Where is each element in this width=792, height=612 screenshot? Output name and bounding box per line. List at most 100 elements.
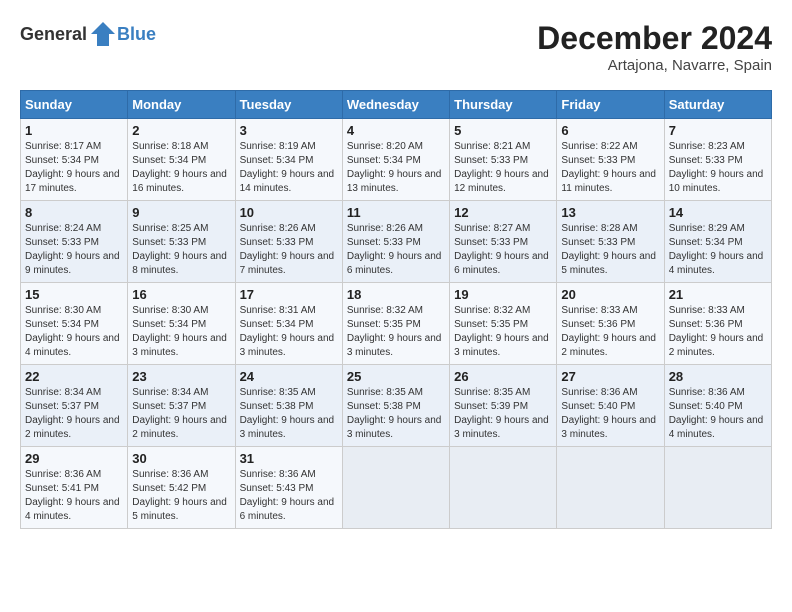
day-info: Sunrise: 8:25 AMSunset: 5:33 PMDaylight:… [132,222,230,278]
calendar-cell: 20 Sunrise: 8:33 AMSunset: 5:36 PMDaylig… [557,283,664,365]
weekday-header-saturday: Saturday [664,91,771,119]
calendar-cell: 26 Sunrise: 8:35 AMSunset: 5:39 PMDaylig… [450,365,557,447]
calendar-cell: 7 Sunrise: 8:23 AMSunset: 5:33 PMDayligh… [664,119,771,201]
calendar-cell: 1 Sunrise: 8:17 AMSunset: 5:34 PMDayligh… [21,119,128,201]
day-info: Sunrise: 8:28 AMSunset: 5:33 PMDaylight:… [561,222,659,278]
calendar-cell: 2 Sunrise: 8:18 AMSunset: 5:34 PMDayligh… [128,119,235,201]
day-info: Sunrise: 8:35 AMSunset: 5:38 PMDaylight:… [240,386,338,442]
calendar-cell: 29 Sunrise: 8:36 AMSunset: 5:41 PMDaylig… [21,447,128,529]
day-number: 16 [132,287,230,302]
day-info: Sunrise: 8:36 AMSunset: 5:40 PMDaylight:… [669,386,767,442]
day-info: Sunrise: 8:34 AMSunset: 5:37 PMDaylight:… [25,386,123,442]
calendar-cell: 16 Sunrise: 8:30 AMSunset: 5:34 PMDaylig… [128,283,235,365]
calendar-cell: 3 Sunrise: 8:19 AMSunset: 5:34 PMDayligh… [235,119,342,201]
calendar-cell: 21 Sunrise: 8:33 AMSunset: 5:36 PMDaylig… [664,283,771,365]
calendar-cell: 5 Sunrise: 8:21 AMSunset: 5:33 PMDayligh… [450,119,557,201]
day-number: 24 [240,369,338,384]
calendar-cell: 30 Sunrise: 8:36 AMSunset: 5:42 PMDaylig… [128,447,235,529]
calendar-cell: 14 Sunrise: 8:29 AMSunset: 5:34 PMDaylig… [664,201,771,283]
day-number: 18 [347,287,445,302]
calendar-cell: 11 Sunrise: 8:26 AMSunset: 5:33 PMDaylig… [342,201,449,283]
logo-general: General [20,24,87,45]
day-info: Sunrise: 8:36 AMSunset: 5:43 PMDaylight:… [240,468,338,524]
calendar-cell: 17 Sunrise: 8:31 AMSunset: 5:34 PMDaylig… [235,283,342,365]
day-number: 13 [561,205,659,220]
day-number: 31 [240,451,338,466]
logo: General Blue [20,20,156,48]
calendar-cell: 31 Sunrise: 8:36 AMSunset: 5:43 PMDaylig… [235,447,342,529]
day-info: Sunrise: 8:30 AMSunset: 5:34 PMDaylight:… [25,304,123,360]
day-number: 14 [669,205,767,220]
day-info: Sunrise: 8:31 AMSunset: 5:34 PMDaylight:… [240,304,338,360]
day-number: 19 [454,287,552,302]
day-info: Sunrise: 8:36 AMSunset: 5:42 PMDaylight:… [132,468,230,524]
day-info: Sunrise: 8:18 AMSunset: 5:34 PMDaylight:… [132,140,230,196]
calendar-cell: 10 Sunrise: 8:26 AMSunset: 5:33 PMDaylig… [235,201,342,283]
calendar-cell: 15 Sunrise: 8:30 AMSunset: 5:34 PMDaylig… [21,283,128,365]
day-info: Sunrise: 8:29 AMSunset: 5:34 PMDaylight:… [669,222,767,278]
calendar-week-1: 1 Sunrise: 8:17 AMSunset: 5:34 PMDayligh… [21,119,772,201]
calendar-cell: 8 Sunrise: 8:24 AMSunset: 5:33 PMDayligh… [21,201,128,283]
weekday-header-thursday: Thursday [450,91,557,119]
day-info: Sunrise: 8:32 AMSunset: 5:35 PMDaylight:… [347,304,445,360]
day-number: 26 [454,369,552,384]
day-number: 12 [454,205,552,220]
logo-icon [89,20,117,48]
day-number: 10 [240,205,338,220]
calendar-cell: 24 Sunrise: 8:35 AMSunset: 5:38 PMDaylig… [235,365,342,447]
location-title: Artajona, Navarre, Spain [537,57,772,74]
day-number: 22 [25,369,123,384]
day-info: Sunrise: 8:34 AMSunset: 5:37 PMDaylight:… [132,386,230,442]
day-number: 3 [240,123,338,138]
calendar-cell: 19 Sunrise: 8:32 AMSunset: 5:35 PMDaylig… [450,283,557,365]
day-number: 6 [561,123,659,138]
day-info: Sunrise: 8:21 AMSunset: 5:33 PMDaylight:… [454,140,552,196]
day-number: 8 [25,205,123,220]
calendar-cell [342,447,449,529]
calendar-cell: 6 Sunrise: 8:22 AMSunset: 5:33 PMDayligh… [557,119,664,201]
day-number: 29 [25,451,123,466]
calendar-cell [450,447,557,529]
weekday-header-monday: Monday [128,91,235,119]
weekday-header-row: SundayMondayTuesdayWednesdayThursdayFrid… [21,91,772,119]
day-number: 11 [347,205,445,220]
day-info: Sunrise: 8:33 AMSunset: 5:36 PMDaylight:… [561,304,659,360]
calendar-cell: 13 Sunrise: 8:28 AMSunset: 5:33 PMDaylig… [557,201,664,283]
calendar-cell: 27 Sunrise: 8:36 AMSunset: 5:40 PMDaylig… [557,365,664,447]
calendar-table: SundayMondayTuesdayWednesdayThursdayFrid… [20,90,772,529]
day-number: 20 [561,287,659,302]
day-number: 17 [240,287,338,302]
calendar-week-2: 8 Sunrise: 8:24 AMSunset: 5:33 PMDayligh… [21,201,772,283]
calendar-week-5: 29 Sunrise: 8:36 AMSunset: 5:41 PMDaylig… [21,447,772,529]
day-info: Sunrise: 8:19 AMSunset: 5:34 PMDaylight:… [240,140,338,196]
day-info: Sunrise: 8:36 AMSunset: 5:41 PMDaylight:… [25,468,123,524]
day-info: Sunrise: 8:26 AMSunset: 5:33 PMDaylight:… [347,222,445,278]
day-number: 7 [669,123,767,138]
day-number: 28 [669,369,767,384]
day-info: Sunrise: 8:32 AMSunset: 5:35 PMDaylight:… [454,304,552,360]
calendar-cell [664,447,771,529]
day-number: 25 [347,369,445,384]
day-number: 1 [25,123,123,138]
calendar-cell: 4 Sunrise: 8:20 AMSunset: 5:34 PMDayligh… [342,119,449,201]
title-area: December 2024 Artajona, Navarre, Spain [537,20,772,74]
day-number: 5 [454,123,552,138]
calendar-cell: 23 Sunrise: 8:34 AMSunset: 5:37 PMDaylig… [128,365,235,447]
calendar-cell: 9 Sunrise: 8:25 AMSunset: 5:33 PMDayligh… [128,201,235,283]
day-info: Sunrise: 8:35 AMSunset: 5:39 PMDaylight:… [454,386,552,442]
day-info: Sunrise: 8:23 AMSunset: 5:33 PMDaylight:… [669,140,767,196]
day-number: 23 [132,369,230,384]
day-number: 9 [132,205,230,220]
day-number: 2 [132,123,230,138]
weekday-header-friday: Friday [557,91,664,119]
day-info: Sunrise: 8:22 AMSunset: 5:33 PMDaylight:… [561,140,659,196]
calendar-week-4: 22 Sunrise: 8:34 AMSunset: 5:37 PMDaylig… [21,365,772,447]
day-number: 30 [132,451,230,466]
calendar-cell: 12 Sunrise: 8:27 AMSunset: 5:33 PMDaylig… [450,201,557,283]
calendar-cell: 18 Sunrise: 8:32 AMSunset: 5:35 PMDaylig… [342,283,449,365]
day-number: 27 [561,369,659,384]
weekday-header-tuesday: Tuesday [235,91,342,119]
day-number: 21 [669,287,767,302]
weekday-header-sunday: Sunday [21,91,128,119]
day-info: Sunrise: 8:17 AMSunset: 5:34 PMDaylight:… [25,140,123,196]
